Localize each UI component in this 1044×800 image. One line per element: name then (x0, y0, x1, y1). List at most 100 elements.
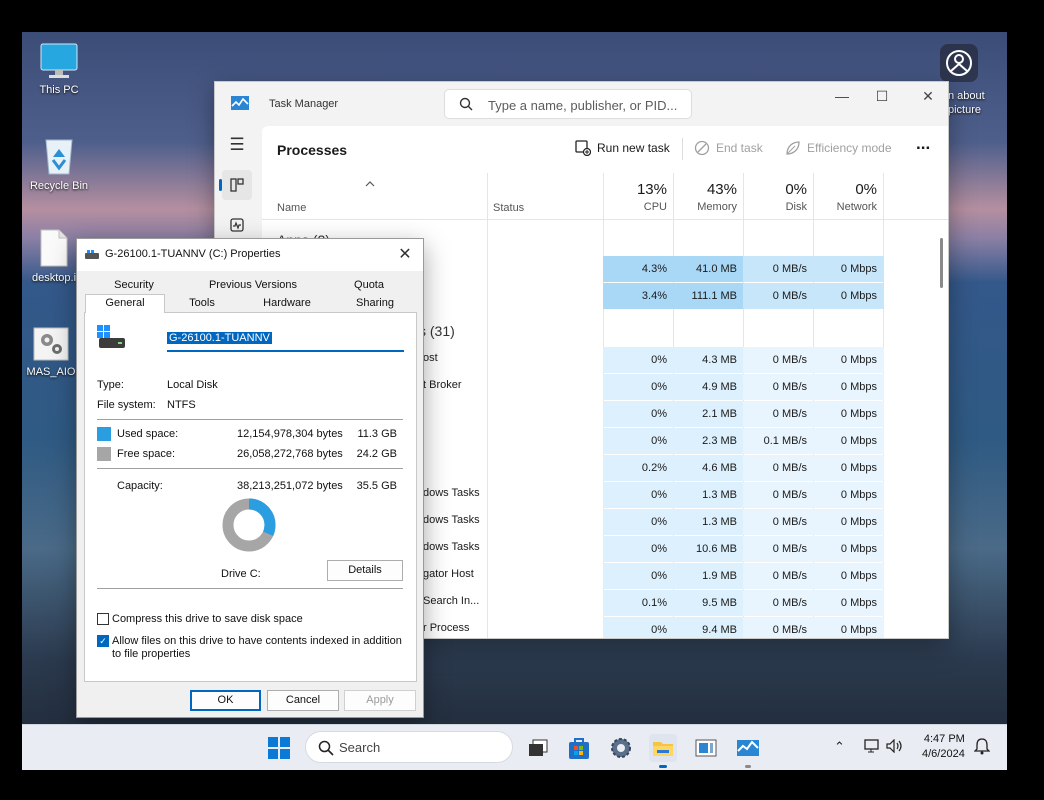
tab-tools[interactable]: Tools (165, 295, 239, 312)
table-row[interactable]: 3.4% 111.1 MB 0 MB/s 0 Mbps (603, 283, 884, 309)
table-row[interactable]: 0.1% 9.5 MB 0 MB/s 0 Mbps (603, 590, 884, 616)
cell-disk: 0 MB/s (772, 597, 807, 609)
efficiency-mode-button[interactable]: Efficiency mode (785, 140, 892, 156)
hamburger-menu-icon[interactable]: ☰ (222, 130, 252, 160)
apply-button[interactable]: Apply (344, 690, 416, 711)
recycle-bin-icon (41, 136, 77, 176)
search-icon (318, 740, 334, 756)
compress-drive-checkbox[interactable] (97, 613, 109, 625)
cell-mem: 1.9 MB (702, 570, 737, 582)
microsoft-store-icon[interactable] (565, 734, 593, 762)
desktop-icon-this-pc[interactable]: This PC (22, 42, 96, 96)
cell-cpu: 0% (651, 489, 667, 501)
tab-quota[interactable]: Quota (323, 277, 415, 294)
cell-cpu: 4.3% (641, 263, 667, 275)
table-row[interactable]: 0% 2.1 MB 0 MB/s 0 Mbps (603, 401, 884, 427)
cell-disk: 0 MB/s (772, 516, 807, 528)
cell-net: 0 Mbps (840, 597, 877, 609)
table-row[interactable]: 0.2% 4.6 MB 0 MB/s 0 Mbps (603, 455, 884, 481)
tab-general[interactable]: General (85, 294, 165, 313)
tab-security[interactable]: Security (85, 277, 183, 294)
used-space-swatch (97, 427, 111, 441)
cell-cpu: 3.4% (641, 290, 667, 302)
table-row[interactable]: 0% 1.9 MB 0 MB/s 0 Mbps (603, 563, 884, 589)
process-name[interactable]: dows Tasks (423, 487, 480, 499)
clock[interactable]: 4:47 PM 4/6/2024 (922, 732, 965, 762)
process-name[interactable]: t Broker (423, 379, 462, 391)
process-name[interactable]: ost (423, 352, 438, 364)
process-name[interactable]: dows Tasks (423, 514, 480, 526)
cell-disk: 0 MB/s (772, 543, 807, 555)
table-row[interactable]: 0% 4.3 MB 0 MB/s 0 Mbps (603, 347, 884, 373)
cell-cpu: 0.2% (641, 462, 667, 474)
details-button[interactable]: Details (327, 560, 403, 581)
more-options-button[interactable]: ... (916, 134, 930, 154)
performance-nav-icon[interactable] (222, 210, 252, 240)
table-row[interactable]: 0% 2.3 MB 0.1 MB/s 0 Mbps (603, 428, 884, 454)
settings-gear-icon[interactable] (607, 734, 635, 762)
tab-previous-versions[interactable]: Previous Versions (183, 277, 323, 294)
taskbar-search-box[interactable]: Search (305, 731, 513, 763)
process-name[interactable]: Search In... (423, 595, 479, 607)
task-manager-taskbar-icon[interactable] (734, 734, 762, 768)
process-name[interactable]: dows Tasks (423, 541, 480, 553)
ok-button[interactable]: OK (190, 690, 261, 711)
index-contents-checkbox[interactable]: ✓ (97, 635, 109, 647)
group-header-background[interactable]: s (31) (419, 323, 455, 339)
column-cpu[interactable]: 13% CPU (603, 181, 667, 213)
vertical-scrollbar[interactable] (940, 238, 943, 288)
column-memory[interactable]: 43% Memory (673, 181, 737, 213)
index-contents-label: Allow files on this drive to have conten… (112, 635, 402, 660)
table-row[interactable]: 0% 4.9 MB 0 MB/s 0 Mbps (603, 374, 884, 400)
control-panel-icon[interactable] (692, 734, 720, 762)
run-new-task-button[interactable]: Run new task (575, 140, 670, 156)
minimize-button[interactable]: — (827, 88, 857, 108)
tab-sharing[interactable]: Sharing (335, 295, 415, 312)
desktop-icon-label: This PC (39, 84, 79, 96)
file-icon (39, 228, 69, 268)
task-view-icon[interactable] (524, 734, 552, 762)
start-button[interactable] (265, 734, 293, 762)
process-name[interactable]: r Process (423, 622, 469, 634)
column-name[interactable]: Name (277, 202, 306, 214)
cell-net: 0 Mbps (840, 381, 877, 393)
column-status[interactable]: Status (493, 202, 524, 214)
table-row[interactable]: 0% 1.3 MB 0 MB/s 0 Mbps (603, 482, 884, 508)
table-row[interactable]: 0% 10.6 MB 0 MB/s 0 Mbps (603, 536, 884, 562)
column-network[interactable]: 0% Network (813, 181, 877, 213)
free-space-label: Free space: (117, 448, 176, 460)
dialog-close-button[interactable]: ✕ (395, 244, 415, 264)
cell-net: 0 Mbps (840, 516, 877, 528)
process-name[interactable]: gator Host (423, 568, 474, 580)
cell-net: 0 Mbps (840, 354, 877, 366)
cell-disk: 0 MB/s (772, 408, 807, 420)
process-search-input[interactable]: Type a name, publisher, or PID... (444, 89, 692, 119)
page-title: Processes (277, 142, 348, 158)
column-disk[interactable]: 0% Disk (743, 181, 807, 213)
notification-bell-icon[interactable] (973, 737, 991, 758)
desktop-icon-recycle-bin[interactable]: Recycle Bin (22, 136, 96, 192)
cancel-button[interactable]: Cancel (267, 690, 339, 711)
tab-hardware[interactable]: Hardware (239, 295, 335, 312)
cell-disk: 0 MB/s (772, 354, 807, 366)
maximize-button[interactable]: ☐ (867, 88, 897, 108)
network-icon[interactable] (864, 739, 880, 756)
cpu-label: CPU (643, 201, 667, 213)
table-row[interactable]: 0% 1.3 MB 0 MB/s 0 Mbps (603, 509, 884, 535)
processes-nav-icon[interactable] (219, 170, 252, 200)
volume-icon[interactable] (886, 738, 904, 756)
cell-mem: 4.9 MB (702, 381, 737, 393)
file-explorer-icon[interactable] (649, 734, 677, 768)
table-row[interactable]: 0% 9.4 MB 0 MB/s 0 Mbps (603, 617, 884, 638)
table-row[interactable]: 4.3% 41.0 MB 0 MB/s 0 Mbps (603, 256, 884, 282)
volume-name-input[interactable]: G-26100.1-TUANNV (167, 332, 404, 352)
cell-mem: 2.1 MB (702, 408, 737, 420)
cell-mem: 4.3 MB (702, 354, 737, 366)
learn-about-picture-button[interactable] (940, 44, 978, 82)
task-manager-app-icon (231, 96, 249, 110)
drive-small-icon (85, 250, 99, 263)
show-hidden-icons-chevron-icon[interactable]: ⌃ (834, 739, 845, 755)
close-button[interactable]: ✕ (913, 88, 943, 108)
used-space-bytes: 12,154,978,304 bytes (237, 428, 343, 440)
end-task-button[interactable]: End task (694, 140, 763, 156)
